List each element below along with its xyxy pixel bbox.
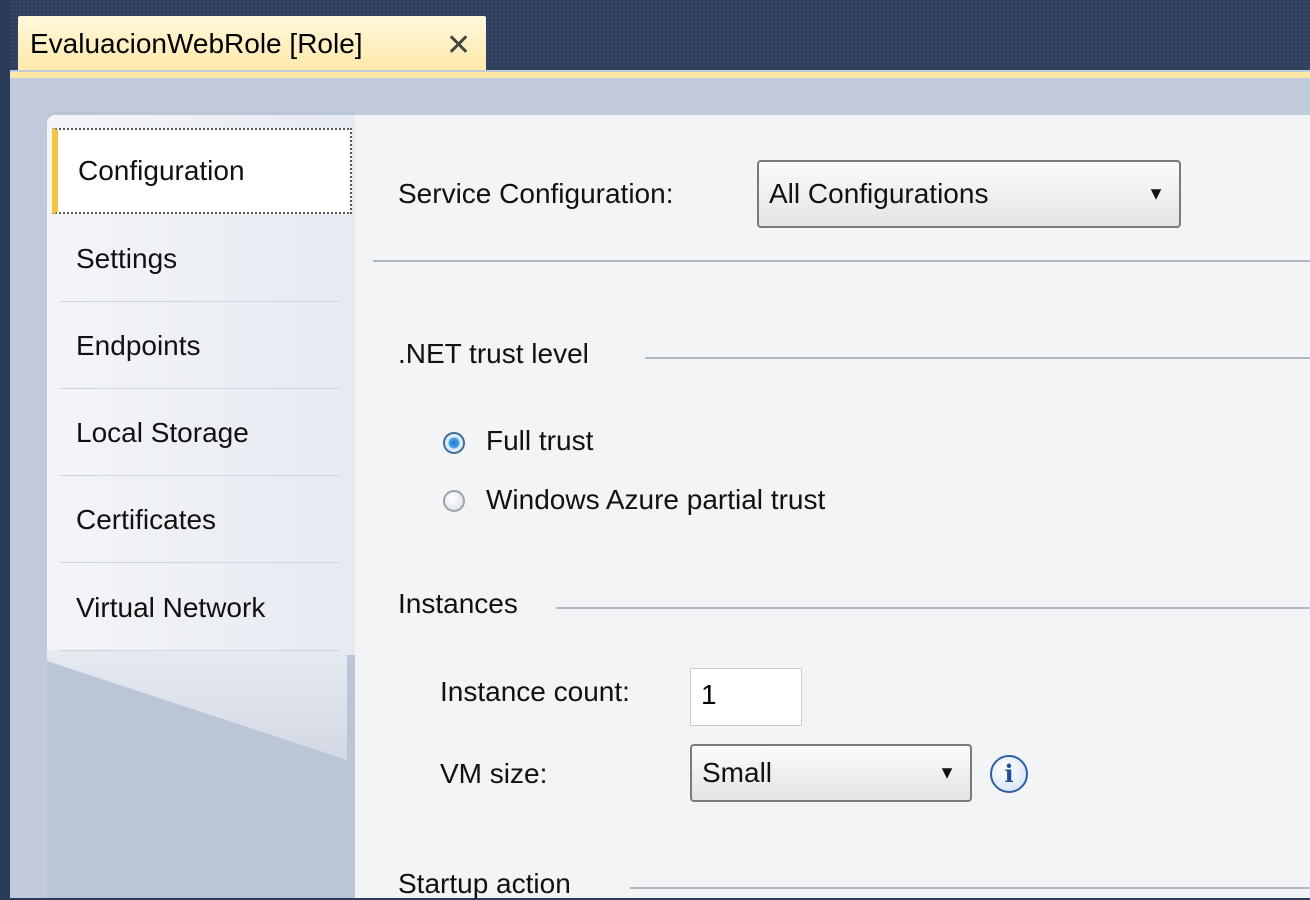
vm-size-label: VM size: — [440, 758, 548, 789]
tab-endpoints[interactable]: Endpoints — [60, 303, 340, 389]
chevron-down-icon: ▼ — [938, 762, 956, 783]
tab-label: Local Storage — [76, 416, 249, 448]
instance-count-value: 1 — [701, 679, 717, 710]
section-divider — [630, 887, 1310, 889]
tab-label: Settings — [76, 242, 178, 274]
close-icon[interactable]: ✕ — [446, 28, 471, 63]
vm-size-value: Small — [702, 757, 773, 788]
partial-trust-label: Windows Azure partial trust — [486, 484, 826, 515]
tab-virtual-network[interactable]: Virtual Network — [60, 565, 340, 651]
tab-local-storage[interactable]: Local Storage — [60, 390, 340, 476]
section-divider — [645, 357, 1310, 359]
document-tab-title: EvaluacionWebRole [Role] — [30, 28, 363, 59]
instance-count-input[interactable]: 1 — [690, 668, 802, 726]
tab-certificates[interactable]: Certificates — [60, 477, 340, 563]
vm-size-select[interactable]: Small ▼ — [690, 744, 972, 802]
startup-action-heading: Startup action — [398, 868, 571, 899]
full-trust-label: Full trust — [486, 425, 594, 456]
instances-heading: Instances — [398, 588, 518, 619]
tab-accent-bar — [10, 72, 1310, 78]
tab-label: Configuration — [78, 155, 245, 186]
radio-full-trust[interactable] — [443, 432, 465, 454]
divider — [373, 260, 1310, 262]
tab-label: Endpoints — [76, 329, 201, 361]
chevron-down-icon: ▼ — [1147, 183, 1165, 204]
tab-settings[interactable]: Settings — [60, 216, 340, 302]
info-icon[interactable]: i — [990, 755, 1028, 793]
service-configuration-label: Service Configuration: — [398, 178, 674, 209]
service-configuration-value: All Configurations — [769, 178, 989, 209]
trust-level-heading: .NET trust level — [398, 338, 589, 369]
section-divider — [556, 607, 1310, 609]
radio-partial-trust[interactable] — [443, 490, 465, 512]
service-configuration-select[interactable]: All Configurations ▼ — [757, 160, 1181, 228]
tab-label: Certificates — [76, 503, 217, 535]
instance-count-label: Instance count: — [440, 676, 630, 707]
window-frame — [0, 0, 10, 898]
document-tab[interactable]: EvaluacionWebRole [Role] ✕ — [18, 16, 486, 72]
tab-configuration[interactable]: Configuration — [52, 128, 352, 214]
tab-label: Virtual Network — [76, 591, 266, 623]
